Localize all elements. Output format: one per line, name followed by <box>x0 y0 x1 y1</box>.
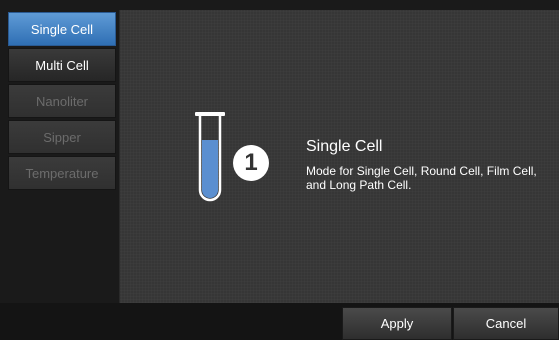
sidebar-item-temperature[interactable]: Temperature <box>8 156 116 190</box>
sidebar-item-sipper[interactable]: Sipper <box>8 120 116 154</box>
mode-sidebar: Single Cell Multi Cell Nanoliter Sipper … <box>8 12 116 190</box>
step-number-badge: 1 <box>233 145 269 181</box>
sidebar-item-multi-cell[interactable]: Multi Cell <box>8 48 116 82</box>
apply-button[interactable]: Apply <box>342 307 452 340</box>
app-window: Single Cell Multi Cell Nanoliter Sipper … <box>0 0 559 340</box>
sidebar-item-nanoliter[interactable]: Nanoliter <box>8 84 116 118</box>
mode-detail-panel: 1 Single Cell Mode for Single Cell, Roun… <box>119 10 559 303</box>
sidebar-item-single-cell[interactable]: Single Cell <box>8 12 116 46</box>
mode-description: Mode for Single Cell, Round Cell, Film C… <box>306 164 537 192</box>
mode-title: Single Cell <box>306 138 383 155</box>
cancel-button[interactable]: Cancel <box>453 307 559 340</box>
test-tube-icon <box>195 112 225 202</box>
